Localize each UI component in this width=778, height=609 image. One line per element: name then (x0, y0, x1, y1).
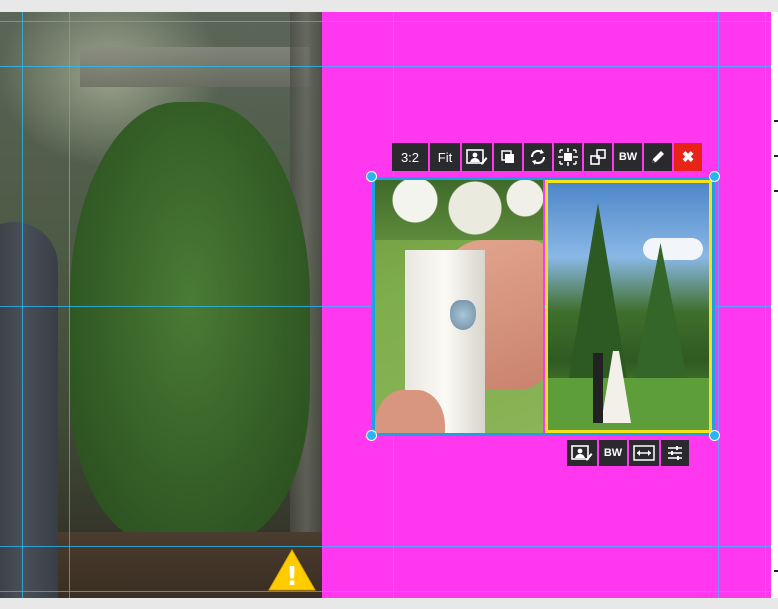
swap-button[interactable] (524, 143, 552, 171)
guide-line-horizontal (0, 21, 771, 22)
duplicate-button[interactable] (494, 143, 522, 171)
groom (593, 353, 603, 423)
black-white-button[interactable]: BW (599, 440, 627, 466)
cloud (643, 238, 703, 260)
edge-marker (774, 120, 778, 122)
wedding-couple-photo[interactable] (545, 180, 712, 433)
guide-line-horizontal (0, 546, 771, 547)
aspect-ratio-button[interactable]: 3:2 (392, 143, 428, 171)
resize-icon (590, 149, 606, 165)
groom-suit (0, 222, 58, 598)
fit-button[interactable]: Fit (430, 143, 460, 171)
replace-photo-icon (466, 149, 488, 165)
replace-photo-icon (571, 445, 593, 461)
adjust-button[interactable] (661, 440, 689, 466)
fence-background (80, 47, 310, 87)
duplicate-icon (501, 150, 514, 163)
guide-line-vertical (69, 12, 70, 598)
resize-handle-bottom-left[interactable] (366, 430, 377, 441)
edge-marker (774, 570, 778, 572)
resize-handle-top-left[interactable] (366, 171, 377, 182)
edge-marker (774, 155, 778, 157)
close-button[interactable]: ✖ (674, 143, 702, 171)
resize-handle-top-right[interactable] (709, 171, 720, 182)
low-resolution-warning[interactable]: ! (267, 548, 317, 597)
center-icon (558, 148, 578, 166)
guide-line-horizontal (0, 66, 771, 67)
shrub (70, 102, 310, 542)
flowers (375, 180, 543, 240)
warning-triangle-icon: ! (268, 548, 316, 592)
guide-line-horizontal (0, 591, 771, 592)
left-page-photo[interactable] (0, 12, 322, 598)
resize-handle-bottom-right[interactable] (709, 430, 720, 441)
pencil-icon (652, 151, 664, 163)
resize-button[interactable] (584, 143, 612, 171)
photo-sub-toolbar: BW (567, 440, 689, 466)
photo-toolbar: 3:2 Fit BW ✖ (392, 143, 702, 171)
lawn (548, 378, 709, 430)
replace-photo-button[interactable] (567, 440, 597, 466)
edit-button[interactable] (644, 143, 672, 171)
expand-horizontal-icon (633, 445, 655, 461)
center-button[interactable] (554, 143, 582, 171)
pine-tree (633, 243, 688, 383)
guide-line-vertical (718, 12, 719, 598)
bouquet-photo[interactable] (375, 180, 543, 433)
next-page-edge (771, 12, 778, 598)
sliders-icon (668, 446, 682, 460)
warning-symbol: ! (286, 562, 298, 592)
edge-marker (774, 190, 778, 192)
guide-line-vertical (22, 12, 23, 598)
photo-charm (450, 300, 476, 330)
replace-photo-button[interactable] (462, 143, 492, 171)
black-white-button[interactable]: BW (614, 143, 642, 171)
swap-icon (530, 149, 546, 165)
expand-horizontal-button[interactable] (629, 440, 659, 466)
guide-line-vertical (765, 12, 766, 598)
